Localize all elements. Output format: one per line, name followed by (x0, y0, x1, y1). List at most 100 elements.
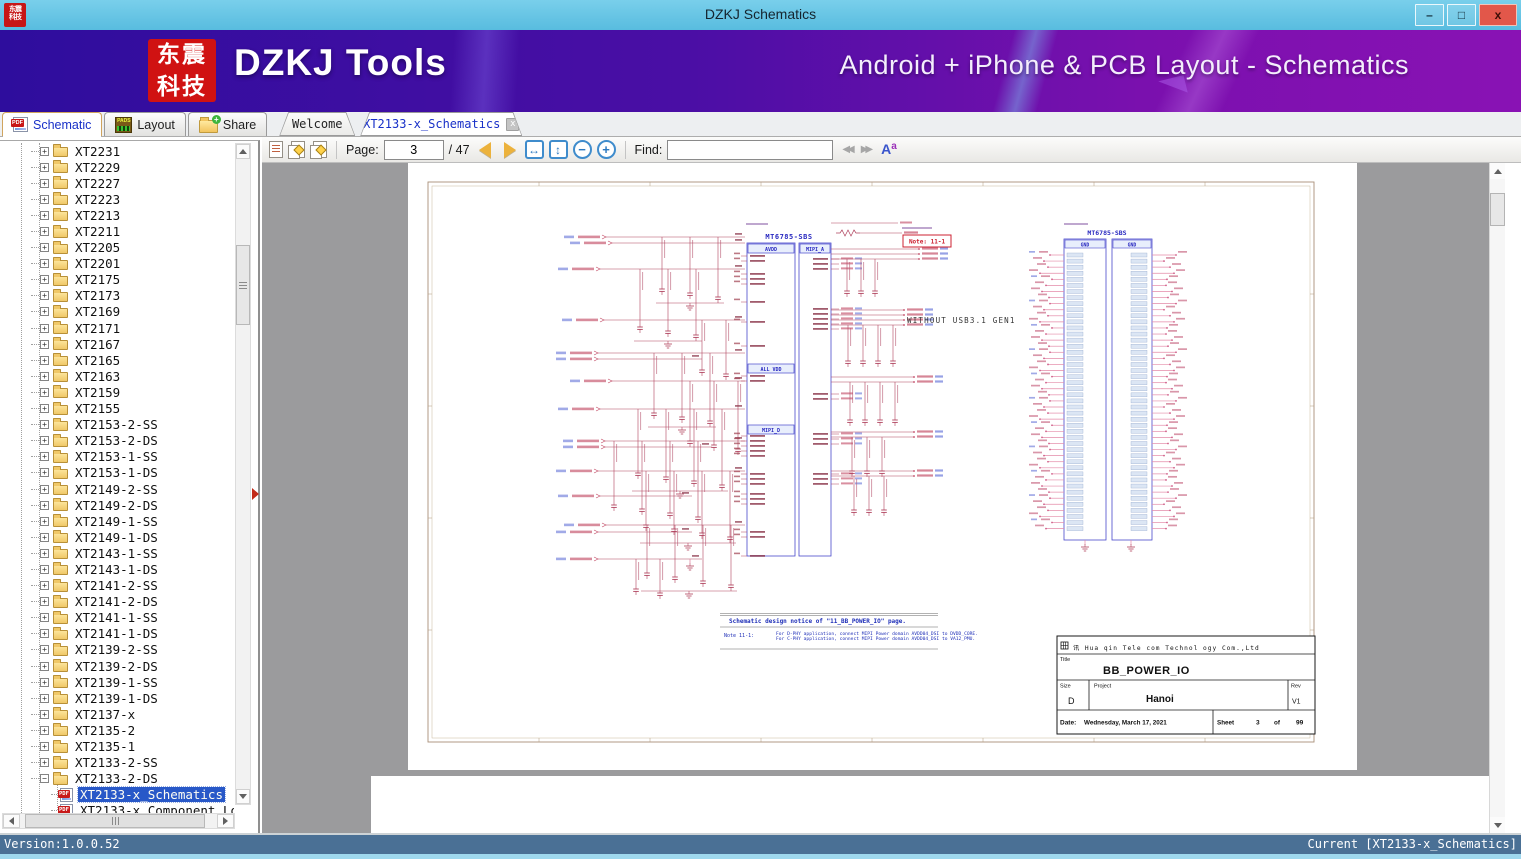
tree-row[interactable]: + XT2153-2-DS (1, 433, 234, 449)
sidebar-collapse-arrow[interactable] (252, 488, 259, 500)
close-button[interactable]: x (1479, 4, 1517, 26)
expand-icon[interactable]: + (40, 565, 49, 574)
expand-icon[interactable]: + (40, 517, 49, 526)
minimize-button[interactable]: – (1415, 4, 1444, 26)
tree-folder-label[interactable]: XT2171 (73, 321, 122, 336)
tab-schematic[interactable]: PDF Schematic (2, 112, 102, 136)
page-number-input[interactable] (384, 140, 444, 160)
tree-folder-label[interactable]: XT2213 (73, 208, 122, 223)
tree-row[interactable]: + XT2171 (1, 320, 234, 336)
expand-icon[interactable]: + (40, 259, 49, 268)
tree-row[interactable]: + XT2155 (1, 401, 234, 417)
tree-row[interactable]: +XT2141-1-DS (1, 626, 234, 642)
tree-row[interactable]: +XT2141-1-SS (1, 610, 234, 626)
tree-folder-label[interactable]: XT2139-2-SS (73, 642, 160, 657)
expand-icon[interactable]: + (40, 662, 49, 671)
expand-icon[interactable]: + (40, 710, 49, 719)
tree-folder-label[interactable]: XT2153-2-SS (73, 417, 160, 432)
expand-icon[interactable]: + (40, 163, 49, 172)
tree-folder-label[interactable]: XT2133-2-DS (73, 771, 160, 786)
tree-row[interactable]: +XT2165 (1, 352, 234, 368)
expand-icon[interactable]: + (40, 404, 49, 413)
tree-folder-label[interactable]: XT2169 (73, 304, 122, 319)
tree-folder-label[interactable]: XT2153-1-DS (73, 465, 160, 480)
tree-row[interactable]: + XT2205 (1, 240, 234, 256)
tree-folder-label[interactable]: XT2175 (73, 272, 122, 287)
tree-folder-label[interactable]: XT2133-2-SS (73, 755, 160, 770)
tree-row[interactable]: +XT2149-2-DS (1, 497, 234, 513)
tree-folder-label[interactable]: XT2135-2 (73, 723, 137, 738)
expand-icon[interactable]: + (40, 758, 49, 767)
tree-row[interactable]: +XT2149-1-SS (1, 513, 234, 529)
tree-hscroll-thumb[interactable] (25, 814, 205, 828)
expand-icon[interactable]: + (40, 436, 49, 445)
tree-folder-label[interactable]: XT2201 (73, 256, 122, 271)
tree-row[interactable]: +XT2173 (1, 288, 234, 304)
expand-icon[interactable]: + (40, 324, 49, 333)
tree-row[interactable]: PDFXT2133-x_Component_Locati (1, 803, 234, 813)
tab-layout[interactable]: PADS Layout (104, 112, 186, 136)
expand-icon[interactable]: + (40, 452, 49, 461)
tree-document-label[interactable]: XT2133-x_Component_Locati (78, 803, 234, 813)
tree-folder-label[interactable]: XT2141-1-DS (73, 626, 160, 641)
scroll-up-icon[interactable] (236, 144, 250, 159)
tree-folder-label[interactable]: XT2137-x (73, 707, 137, 722)
page-thumbnail-icon[interactable] (269, 141, 283, 158)
tab-share[interactable]: + Share (188, 112, 267, 136)
tree-row[interactable]: +XT2139-1-DS (1, 690, 234, 706)
tree-row[interactable]: +XT2153-1-SS (1, 449, 234, 465)
tree-row[interactable]: + XT2153-1-DS (1, 465, 234, 481)
expand-icon[interactable]: + (40, 388, 49, 397)
expand-icon[interactable]: + (40, 307, 49, 316)
tree-folder-label[interactable]: XT2223 (73, 192, 122, 207)
viewer-vscroll-thumb[interactable] (1490, 193, 1505, 226)
expand-icon[interactable]: + (40, 468, 49, 477)
tree-horizontal-scrollbar[interactable] (2, 813, 235, 829)
tree-folder-label[interactable]: XT2141-2-SS (73, 578, 160, 593)
fit-width-button[interactable]: ↔ (525, 140, 544, 159)
tree-row[interactable]: + XT2133-2-SS (1, 755, 234, 771)
previous-page-button[interactable] (479, 142, 491, 158)
expand-icon[interactable]: + (40, 549, 49, 558)
fit-page-button[interactable]: ↕ (549, 140, 568, 159)
expand-icon[interactable]: + (40, 501, 49, 510)
document-viewer[interactable]: MT6785-SBSAVDDMIPI_AALL VDDMIPI_DNote: 1… (262, 163, 1505, 833)
font-size-icon[interactable]: Aa (881, 141, 897, 157)
tree-row[interactable]: +XT2143-1-DS (1, 561, 234, 577)
expand-icon[interactable]: + (40, 243, 49, 252)
expand-icon[interactable]: + (40, 597, 49, 606)
scroll-left-icon[interactable] (3, 814, 20, 828)
tree-folder-label[interactable]: XT2167 (73, 337, 122, 352)
tree-row[interactable]: + XT2153-2-SS (1, 417, 234, 433)
expand-icon[interactable]: + (40, 645, 49, 654)
expand-icon[interactable]: + (40, 179, 49, 188)
tree-row[interactable]: +XT2149-1-DS (1, 529, 234, 545)
tree-document-label[interactable]: XT2133-x_Schematics (78, 787, 225, 802)
tree-row[interactable]: +XT2135-2 (1, 722, 234, 738)
expand-icon[interactable]: + (40, 420, 49, 429)
expand-icon[interactable]: + (40, 581, 49, 590)
tree-folder-label[interactable]: XT2141-1-SS (73, 610, 160, 625)
tree-row[interactable]: +XT2139-2-DS (1, 658, 234, 674)
tree-row[interactable]: +XT2175 (1, 272, 234, 288)
find-next-icon[interactable]: ▶▶ (861, 144, 870, 155)
tab-welcome[interactable]: Welcome (279, 112, 355, 136)
tree-folder-label[interactable]: XT2227 (73, 176, 122, 191)
tree-folder-label[interactable]: XT2139-1-SS (73, 675, 160, 690)
expand-icon[interactable]: + (40, 227, 49, 236)
scroll-up-icon[interactable] (1490, 163, 1505, 179)
tree-row[interactable]: + XT2141-2-DS (1, 594, 234, 610)
tree-folder-label[interactable]: XT2205 (73, 240, 122, 255)
tree-row[interactable]: +XT2159 (1, 384, 234, 400)
expand-icon[interactable]: + (40, 211, 49, 220)
tree-folder-label[interactable]: XT2155 (73, 401, 122, 416)
tree-folder-label[interactable]: XT2153-2-DS (73, 433, 160, 448)
tree-row[interactable]: + XT2141-2-SS (1, 578, 234, 594)
tree-folder-label[interactable]: XT2143-1-SS (73, 546, 160, 561)
prev-view-icon[interactable] (291, 141, 305, 158)
expand-icon[interactable]: + (40, 147, 49, 156)
tree-folder-label[interactable]: XT2135-1 (73, 739, 137, 754)
tree-folder-label[interactable]: XT2141-2-DS (73, 594, 160, 609)
tree-row[interactable]: +XT2139-1-SS (1, 674, 234, 690)
tree-folder-label[interactable]: XT2149-1-DS (73, 530, 160, 545)
